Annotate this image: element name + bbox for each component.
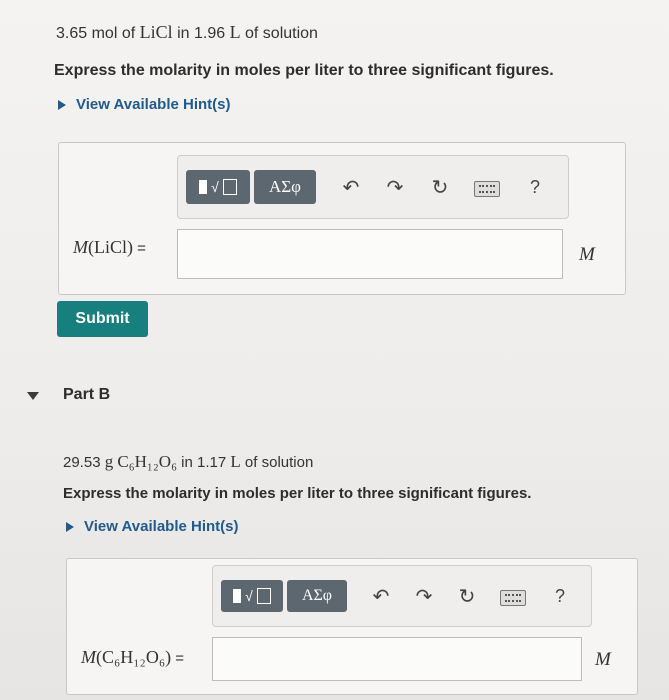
problem-text: 3.65 mol of [56, 25, 140, 42]
unit-label: M [579, 244, 595, 265]
part-a-answer-panel: √ ΑΣφ ↶ ↷ ↻ ? M(LiCl) = M [58, 142, 626, 295]
keyboard-icon[interactable] [474, 181, 500, 197]
problem-text: in 1.96 [172, 25, 230, 42]
equals-sign: = [171, 650, 185, 667]
compound-formula: (LiCl) [88, 237, 133, 257]
unit-label: M [595, 649, 611, 670]
part-a-instruction: Express the molarity in moles per liter … [54, 62, 554, 79]
expand-triangle-icon [58, 99, 66, 110]
redo-icon[interactable]: ↷ [411, 584, 437, 608]
part-a-problem-statement: 3.65 mol of LiCl in 1.96 L of solution [56, 22, 318, 43]
part-b-instruction: Express the molarity in moles per liter … [63, 485, 532, 502]
compound-formula: (C₆H₁₂O₆) [96, 647, 172, 667]
answer-label: M(C₆H₁₂O₆) = [81, 647, 184, 668]
problem-text: in 1.17 [177, 454, 231, 471]
help-button[interactable]: ? [522, 174, 548, 200]
symbols-label: ΑΣφ [301, 587, 333, 604]
part-b-answer-panel: √ ΑΣφ ↶ ↷ ↻ ? M(C₆H₁₂O₆) = M [66, 558, 638, 695]
symbols-button[interactable]: ΑΣφ [287, 580, 347, 612]
math-toolbar: √ ΑΣφ ↶ ↷ ↻ ? [212, 565, 592, 627]
problem-text: 29.53 [63, 454, 105, 471]
problem-text: of solution [240, 25, 318, 42]
templates-icon: √ [199, 179, 237, 195]
problem-text: of solution [240, 454, 314, 471]
hint-label: View Available Hint(s) [84, 518, 239, 535]
templates-icon: √ [233, 588, 271, 604]
part-b-heading[interactable]: Part B [63, 386, 110, 404]
templates-button[interactable]: √ [186, 170, 250, 204]
molarity-symbol: M [81, 647, 96, 667]
volume-unit: L [230, 452, 241, 471]
part-a-hint-toggle[interactable]: View Available Hint(s) [58, 96, 231, 113]
part-b-hint-toggle[interactable]: View Available Hint(s) [66, 518, 239, 535]
submit-button[interactable]: Submit [57, 301, 148, 337]
answer-label: M(LiCl) = [73, 237, 146, 258]
answer-input[interactable] [177, 229, 563, 279]
templates-button[interactable]: √ [221, 580, 283, 612]
keyboard-icon[interactable] [500, 590, 526, 606]
molarity-symbol: M [73, 237, 88, 257]
part-b-problem-statement: 29.53 g C₆H₁₂O₆ in 1.17 L of solution [63, 452, 313, 472]
compound-formula: LiCl [139, 22, 173, 42]
answer-input[interactable] [212, 637, 582, 681]
hint-label: View Available Hint(s) [76, 96, 231, 113]
symbols-label: ΑΣφ [269, 177, 301, 196]
redo-icon[interactable]: ↷ [382, 175, 408, 199]
help-button[interactable]: ? [547, 583, 573, 609]
symbols-button[interactable]: ΑΣφ [254, 170, 316, 204]
math-toolbar: √ ΑΣφ ↶ ↷ ↻ ? [177, 155, 569, 219]
reset-icon[interactable]: ↻ [427, 175, 453, 199]
reset-icon[interactable]: ↻ [454, 584, 480, 608]
equals-sign: = [133, 240, 146, 257]
expand-triangle-icon [66, 521, 74, 532]
collapse-triangle-icon[interactable] [27, 392, 39, 400]
compound-formula: C₆H₁₂O₆ [117, 452, 177, 471]
undo-icon[interactable]: ↶ [338, 175, 364, 199]
mass-unit: g [104, 452, 114, 471]
undo-icon[interactable]: ↶ [368, 584, 394, 608]
volume-unit: L [229, 22, 241, 42]
